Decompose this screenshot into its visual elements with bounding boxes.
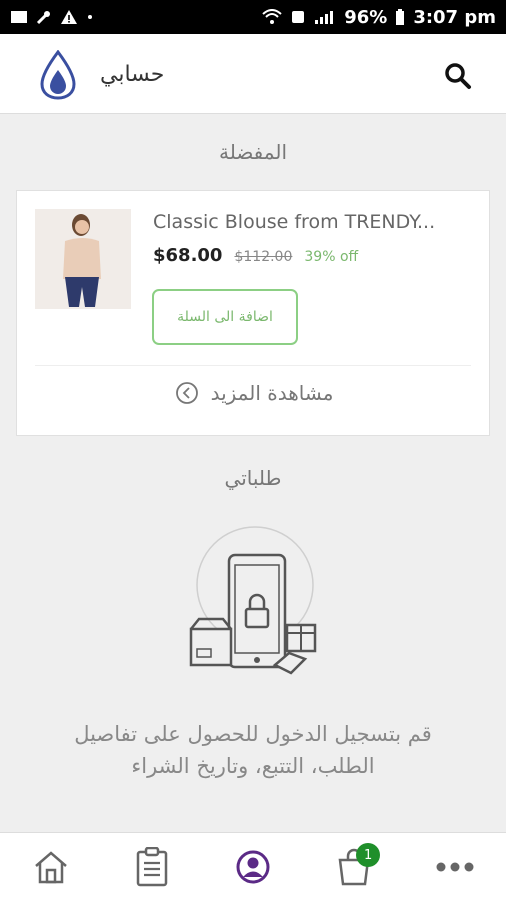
login-prompt-line-2: الطلب، التتبع، وتاريخ الشراء	[131, 754, 375, 778]
login-prompt-line-1: قم بتسجيل الدخول للحصول على تفاصيل	[74, 722, 432, 746]
see-more-label: مشاهدة المزيد	[210, 381, 334, 405]
original-price: $112.00	[234, 249, 293, 265]
status-left-icons	[10, 9, 94, 25]
more-icon	[436, 862, 474, 872]
status-right: 96% 3:07 pm	[262, 7, 496, 28]
orders-title: طلباتي	[224, 466, 282, 490]
wrench-icon	[36, 11, 50, 25]
tab-home[interactable]	[21, 837, 81, 897]
battery-percent: 96%	[344, 6, 388, 28]
tab-cart[interactable]: 1	[324, 837, 384, 897]
tab-more[interactable]	[425, 837, 485, 897]
tab-orders[interactable]	[122, 837, 182, 897]
search-icon[interactable]	[443, 61, 473, 91]
app-logo	[40, 50, 76, 100]
cart-badge: 1	[356, 843, 381, 867]
product-price: $68.00	[153, 245, 223, 266]
bottom-nav: 1	[0, 832, 506, 901]
orders-icon	[136, 847, 168, 887]
status-bar: 96% 3:07 pm	[0, 0, 506, 34]
home-icon	[34, 851, 67, 884]
favorite-product-card: Classic Blouse from TRENDY... $68.00 $11…	[16, 190, 490, 436]
data-saver-icon	[292, 11, 305, 23]
page-title: حسابي	[100, 62, 165, 87]
product-name[interactable]: Classic Blouse from TRENDY...	[153, 211, 435, 233]
product-image[interactable]	[35, 209, 131, 309]
dot-icon	[88, 15, 92, 19]
add-to-cart-button[interactable]: اضافة الى السلة	[152, 289, 298, 345]
discount-label: 39% off	[304, 249, 359, 265]
account-icon	[236, 850, 270, 884]
wifi-icon	[262, 9, 282, 24]
app-bar: حسابي	[0, 34, 506, 114]
login-prompt: قم بتسجيل الدخول للحصول على تفاصيل الطلب…	[0, 718, 506, 782]
see-more-link[interactable]: مشاهدة المزيد	[17, 381, 491, 405]
battery-icon	[396, 9, 405, 25]
chevron-left-circle-icon	[175, 382, 198, 404]
tab-account[interactable]	[223, 837, 283, 897]
warning-icon	[61, 10, 77, 24]
clock: 3:07 pm	[413, 6, 496, 28]
locked-orders-illustration	[189, 526, 317, 675]
price-row: $68.00 $112.00 39% off	[153, 245, 358, 266]
image-notification-icon	[11, 11, 27, 23]
divider	[35, 365, 471, 366]
favorites-title: المفضلة	[218, 140, 288, 164]
signal-icon	[315, 11, 334, 24]
